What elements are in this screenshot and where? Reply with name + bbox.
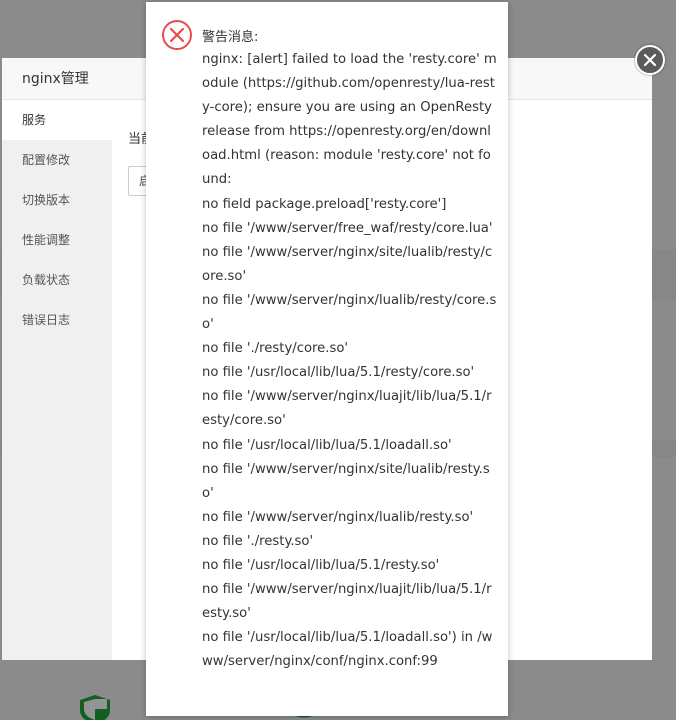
alert-dialog: 警告消息: nginx: [alert] failed to load the … <box>146 2 508 716</box>
alert-message: nginx: [alert] failed to load the 'resty… <box>202 52 497 670</box>
alert-title: 警告消息: <box>202 30 259 45</box>
close-icon <box>643 53 657 67</box>
error-circle-icon <box>162 20 192 50</box>
sidebar-item-load-status[interactable]: 负载状态 <box>2 260 112 300</box>
sidebar-item-performance[interactable]: 性能调整 <box>2 220 112 260</box>
sidebar-item-config[interactable]: 配置修改 <box>2 140 112 180</box>
close-button[interactable] <box>635 45 665 75</box>
sidebar-item-service[interactable]: 服务 <box>2 100 112 140</box>
dialog-sidebar: 服务 配置修改 切换版本 性能调整 负载状态 错误日志 <box>2 100 112 660</box>
sidebar-item-version[interactable]: 切换版本 <box>2 180 112 220</box>
sidebar-item-error-log[interactable]: 错误日志 <box>2 300 112 340</box>
